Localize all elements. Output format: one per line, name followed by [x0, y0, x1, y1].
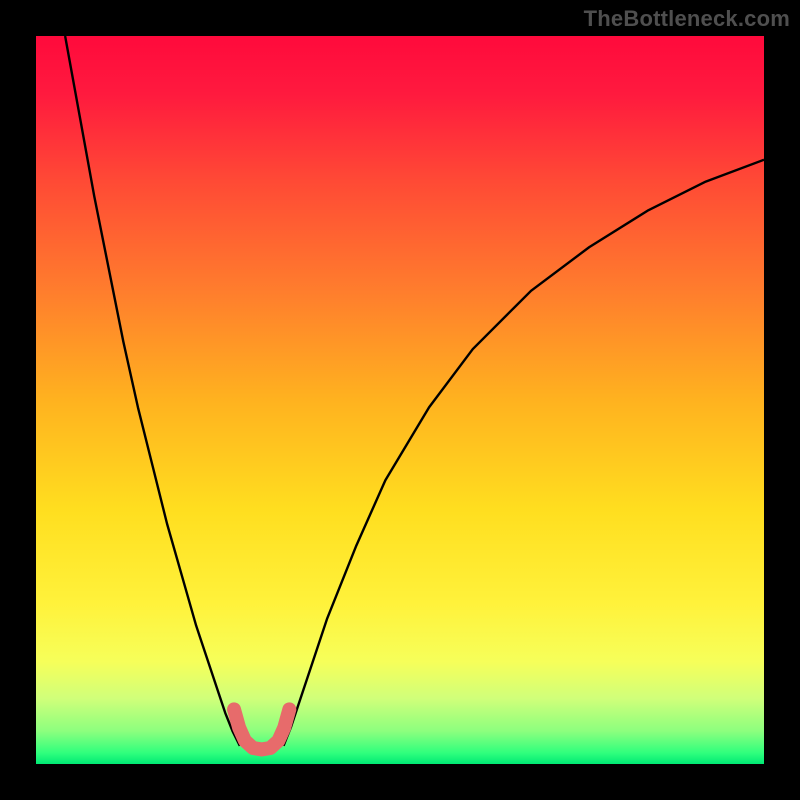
plot-area [36, 36, 764, 764]
chart-svg [36, 36, 764, 764]
gradient-background [36, 36, 764, 764]
chart-frame: TheBottleneck.com [0, 0, 800, 800]
watermark-text: TheBottleneck.com [584, 6, 790, 32]
